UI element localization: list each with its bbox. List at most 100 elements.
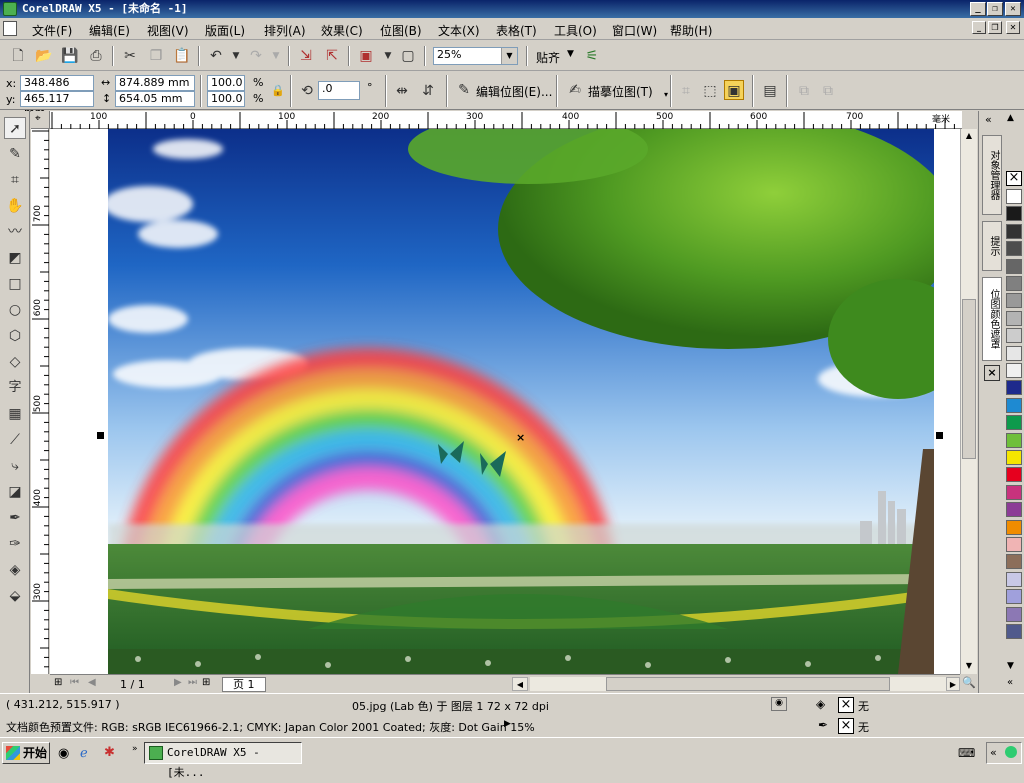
chevron-down-icon[interactable]: ▼ <box>501 48 517 64</box>
doc-close-button[interactable]: ✕ <box>1006 21 1020 34</box>
prev-page-icon[interactable]: ◀ <box>88 677 96 688</box>
to-front-icon[interactable]: ⧉ <box>794 81 814 101</box>
polygon-tool-icon[interactable]: ⬡ <box>4 325 26 347</box>
trace-dropdown-icon[interactable]: ▾ <box>664 90 668 99</box>
color-swatch[interactable] <box>1006 328 1022 344</box>
menu-file[interactable]: 文件(F) <box>32 22 72 39</box>
collapse-docker-icon[interactable]: « <box>985 113 992 126</box>
trace-bitmap-icon[interactable]: ✍ <box>565 80 585 100</box>
color-swatch[interactable] <box>1006 189 1022 204</box>
crop-bitmap-icon[interactable]: ⌗ <box>676 81 696 101</box>
undo-icon[interactable]: ↶ <box>206 46 226 66</box>
minimize-button[interactable]: _ <box>970 2 986 16</box>
center-marker-icon[interactable]: × <box>516 431 525 444</box>
wrap-text-icon[interactable]: ▤ <box>760 81 780 101</box>
system-tray[interactable]: « <box>986 742 1022 764</box>
scroll-up-icon[interactable]: ▲ <box>961 129 977 143</box>
menu-text[interactable]: 文本(X) <box>438 22 480 39</box>
vertical-ruler[interactable]: 700 600 500 400 300 <box>31 129 49 674</box>
options-icon[interactable]: ⚟ <box>582 46 602 66</box>
copy-icon[interactable]: ❐ <box>146 46 166 66</box>
color-swatch[interactable] <box>1006 432 1022 448</box>
taskbar-coreldraw-button[interactable]: CorelDRAW X5 - [未... <box>144 742 302 779</box>
doc-minimize-button[interactable]: _ <box>972 21 986 34</box>
scroll-right-icon[interactable]: ▶ <box>946 677 960 691</box>
color-swatch[interactable] <box>1006 467 1022 483</box>
table-tool-icon[interactable]: ▦ <box>4 403 26 425</box>
color-swatch[interactable] <box>1006 223 1022 239</box>
menu-edit[interactable]: 编辑(E) <box>89 22 130 39</box>
horizontal-scroll-track[interactable] <box>530 677 946 691</box>
doc-restore-button[interactable]: ❐ <box>988 21 1002 34</box>
shape-tool-icon[interactable]: ✎ <box>4 143 26 165</box>
color-swatch[interactable] <box>1006 502 1022 518</box>
no-color-swatch[interactable]: × <box>1006 171 1022 186</box>
scale-height-field[interactable]: 100.0 <box>207 91 245 107</box>
tray-expand-icon[interactable]: « <box>990 746 997 759</box>
connector-tool-icon[interactable]: ⤷ <box>4 455 26 477</box>
close-docker-icon[interactable]: × <box>984 365 1000 381</box>
ruler-origin[interactable]: ⌖ <box>31 111 50 129</box>
eyedropper-tool-icon[interactable]: ✒ <box>4 507 26 529</box>
horizontal-ruler[interactable]: 100 0 100 200 300 400 500 600 700 毫米 <box>50 111 962 129</box>
text-tool-icon[interactable]: 字 <box>4 377 26 399</box>
next-page-icon[interactable]: ▶ <box>174 677 182 688</box>
bitmap-image[interactable] <box>108 129 934 674</box>
menu-layout[interactable]: 版面(L) <box>205 22 245 39</box>
bitmap-color-mask-icon[interactable]: ▣ <box>724 80 744 100</box>
outline-pen-tool-icon[interactable]: ✑ <box>4 533 26 555</box>
color-proof-icon[interactable]: ◉ <box>771 697 787 711</box>
print-icon[interactable]: ⎙ <box>86 46 106 66</box>
redo-dropdown-icon[interactable]: ▼ <box>266 46 286 66</box>
color-swatch[interactable] <box>1006 310 1022 326</box>
export-icon[interactable]: ⇱ <box>322 46 342 66</box>
resample-icon[interactable]: ⬚ <box>700 81 720 101</box>
undo-dropdown-icon[interactable]: ▼ <box>226 46 246 66</box>
color-swatch[interactable] <box>1006 537 1022 552</box>
interactive-fill-tool-icon[interactable]: ⬙ <box>4 585 26 607</box>
coreldraw-app-icon[interactable] <box>3 2 17 16</box>
color-swatch[interactable] <box>1006 345 1022 361</box>
open-icon[interactable]: 📂 <box>34 46 54 66</box>
width-field[interactable]: 874.889 mm <box>115 75 195 91</box>
menu-arrange[interactable]: 排列(A) <box>264 22 306 39</box>
save-icon[interactable]: 💾 <box>60 46 80 66</box>
restore-button[interactable]: ❐ <box>987 2 1003 16</box>
selection-handle[interactable] <box>97 432 104 439</box>
add-page-before-icon[interactable]: ⊞ <box>54 677 62 688</box>
document-icon[interactable] <box>3 21 17 36</box>
zoom-level-select[interactable]: 25% ▼ <box>433 47 518 65</box>
menu-bitmaps[interactable]: 位图(B) <box>380 22 422 39</box>
welcome-screen-icon[interactable]: ▢ <box>398 46 418 66</box>
scroll-down-icon[interactable]: ▼ <box>961 659 977 673</box>
color-swatch[interactable] <box>1006 241 1022 257</box>
smart-fill-tool-icon[interactable]: ◩ <box>4 247 26 269</box>
snap-dropdown-icon[interactable]: ▼ <box>567 49 574 59</box>
snap-to-label[interactable]: 贴齐 <box>536 49 560 66</box>
color-swatch[interactable] <box>1006 276 1022 291</box>
profile-arrow-icon[interactable]: ▶ <box>504 719 511 729</box>
last-page-icon[interactable]: ⏭ <box>188 677 197 688</box>
menu-table[interactable]: 表格(T) <box>496 22 537 39</box>
menu-window[interactable]: 窗口(W) <box>612 22 657 39</box>
rotation-angle-field[interactable]: .0 <box>318 81 360 100</box>
docker-tab-object-manager[interactable]: 对象管理器 <box>982 135 1002 215</box>
color-swatch[interactable] <box>1006 589 1022 605</box>
color-swatch[interactable] <box>1006 258 1022 274</box>
color-swatch[interactable] <box>1006 606 1022 622</box>
y-position-field[interactable]: 465.117 mm <box>20 91 94 119</box>
basic-shapes-tool-icon[interactable]: ◇ <box>4 351 26 373</box>
quicklaunch-app-icon[interactable]: ✱ <box>104 745 115 760</box>
color-swatch[interactable] <box>1006 450 1022 465</box>
ie-browser-icon[interactable]: ℯ <box>80 746 88 761</box>
tray-status-icon[interactable] <box>1005 746 1017 758</box>
selection-handle[interactable] <box>936 432 943 439</box>
lock-ratio-icon[interactable]: 🔒 <box>268 81 288 101</box>
new-document-icon[interactable]: 🗋 <box>8 46 28 66</box>
rectangle-tool-icon[interactable]: □ <box>4 273 26 295</box>
color-swatch[interactable] <box>1006 624 1022 639</box>
keyboard-icon[interactable]: ⌨ <box>958 746 975 760</box>
palette-scroll-up-icon[interactable]: ▲ <box>1007 113 1014 123</box>
fill-tool-icon[interactable]: ◈ <box>4 559 26 581</box>
vertical-scroll-thumb[interactable] <box>962 299 976 459</box>
